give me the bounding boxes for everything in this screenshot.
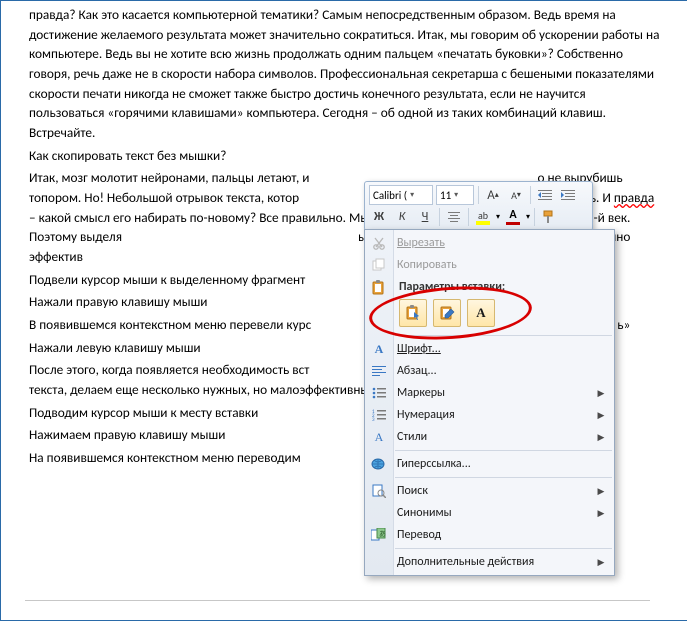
menu-item-numbering[interactable]: 123 Нумерация ▶: [365, 404, 614, 426]
font-size-value: 11: [440, 189, 451, 202]
text-run: В появившемся контекстном меню перевели …: [29, 316, 311, 333]
menu-item-cut[interactable]: Вырезать: [365, 232, 614, 254]
font-name-combo[interactable]: Calibri (▾: [369, 185, 433, 205]
paragraph: Как скопировать текст без мышки?: [29, 146, 660, 166]
page-footer-rule: [25, 600, 650, 601]
bullets-icon: [371, 385, 387, 401]
paste-text-only-button[interactable]: A: [467, 299, 495, 327]
align-center-button[interactable]: [444, 207, 464, 227]
separator: [534, 208, 535, 226]
highlight-color-button[interactable]: ab: [473, 207, 493, 227]
menu-item-styles[interactable]: A Стили ▶: [365, 426, 614, 448]
bold-button[interactable]: Ж: [369, 207, 389, 227]
submenu-arrow-icon: ▶: [594, 508, 614, 519]
separator: [395, 548, 612, 549]
font-color-button[interactable]: A: [503, 207, 523, 227]
font-dialog-icon: A: [371, 341, 387, 357]
separator: [468, 208, 469, 226]
chevron-down-icon[interactable]: ▾: [526, 212, 530, 222]
synonyms-icon: [371, 505, 387, 521]
text-run: Итак, мозг молотит нейронами, пальцы лет…: [29, 169, 309, 186]
separator: [395, 335, 612, 336]
decrease-indent-button[interactable]: [535, 185, 555, 205]
chevron-down-icon[interactable]: ▾: [496, 212, 500, 222]
separator: [478, 186, 479, 204]
mini-toolbar: Calibri (▾ 11▾ A▴ A▾ Ж К Ч ab ▾ A ▾: [364, 181, 593, 231]
submenu-arrow-icon: ▶: [594, 388, 614, 399]
text-run: текста, делаем еще несколько нужных, но …: [29, 381, 399, 398]
menu-item-font[interactable]: A Шрифт...: [365, 338, 614, 360]
paste-keep-source-button[interactable]: [399, 299, 427, 327]
separator: [395, 477, 612, 478]
svg-text:3: 3: [372, 417, 375, 421]
underline-button[interactable]: Ч: [415, 207, 435, 227]
hyperlink-icon: [371, 456, 387, 472]
menu-item-hyperlink[interactable]: Гиперссылка...: [365, 453, 614, 475]
context-menu: Вырезать Копировать Параметры вставки:: [364, 229, 615, 576]
menu-item-paragraph[interactable]: Абзац...: [365, 360, 614, 382]
format-painter-button[interactable]: [539, 207, 559, 227]
paste-merge-formatting-button[interactable]: [433, 299, 461, 327]
font-name-value: Calibri (: [373, 189, 407, 202]
menu-item-search[interactable]: Поиск ▶: [365, 480, 614, 502]
clipboard-icon: [371, 280, 387, 296]
increase-indent-button[interactable]: [558, 185, 578, 205]
translate-icon: あ: [371, 527, 387, 543]
submenu-arrow-icon: ▶: [594, 486, 614, 497]
menu-group-paste-options: Параметры вставки: A: [365, 276, 614, 333]
separator: [395, 450, 612, 451]
submenu-arrow-icon: ▶: [594, 410, 614, 421]
chevron-down-icon: ▾: [454, 190, 458, 200]
copy-icon: [371, 257, 387, 273]
menu-item-copy[interactable]: Копировать: [365, 254, 614, 276]
paragraph-dialog-icon: [371, 363, 387, 379]
additional-actions-icon: [371, 554, 387, 570]
font-size-combo[interactable]: 11▾: [436, 185, 474, 205]
separator: [530, 186, 531, 204]
grow-font-button[interactable]: A▴: [483, 185, 503, 205]
paragraph: правда? Как это касается компьютерной те…: [29, 5, 660, 143]
numbering-icon: 123: [371, 407, 387, 423]
styles-icon: A: [371, 429, 387, 445]
scissors-icon: [371, 235, 387, 251]
submenu-arrow-icon: ▶: [594, 557, 614, 568]
italic-button[interactable]: К: [392, 207, 412, 227]
text-run: После этого, когда появляется необходимо…: [29, 361, 309, 378]
submenu-arrow-icon: ▶: [594, 432, 614, 443]
separator: [439, 208, 440, 226]
text-run: ь»: [617, 316, 630, 333]
paste-options-header: Параметры вставки:: [365, 276, 614, 296]
search-icon: [371, 483, 387, 499]
menu-item-additional-actions[interactable]: Дополнительные действия ▶: [365, 551, 614, 573]
svg-text:あ: あ: [379, 529, 386, 538]
spelling-error: правда: [614, 189, 654, 206]
menu-item-synonyms[interactable]: Синонимы ▶: [365, 502, 614, 524]
chevron-down-icon: ▾: [410, 190, 414, 200]
menu-item-bullets[interactable]: Маркеры ▶: [365, 382, 614, 404]
menu-item-translate[interactable]: あ Перевод: [365, 524, 614, 546]
shrink-font-button[interactable]: A▾: [506, 185, 526, 205]
